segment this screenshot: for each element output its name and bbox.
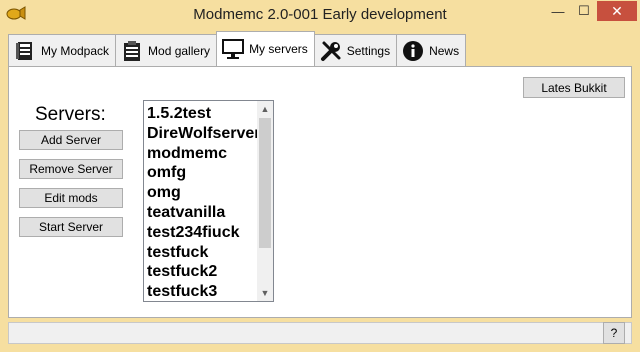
tab-news[interactable]: News [396,34,467,66]
tab-label: My Modpack [41,43,110,58]
server-list-item[interactable]: testfuck2 [147,262,259,282]
server-list-item[interactable]: teatvanilla [147,203,259,223]
add-server-button[interactable]: Add Server [19,130,123,150]
monitor-icon [221,37,245,61]
lates-bukkit-button[interactable]: Lates Bukkit [523,77,625,98]
close-button[interactable]: ✕ [597,1,637,21]
servers-list: 1.5.2test DireWolfserver modmemc omfg om… [147,104,259,301]
servers-listbox[interactable]: 1.5.2test DireWolfserver modmemc omfg om… [143,100,274,302]
server-list-item[interactable]: testfuck3 [147,282,259,301]
scrollbar-thumb[interactable] [259,118,271,248]
title-bar[interactable]: Modmemc 2.0-001 Early development — ☐ ✕ [0,0,640,32]
tab-label: Mod gallery [148,43,211,58]
server-list-item[interactable]: omfg [147,163,259,183]
tools-icon [319,39,343,63]
start-server-button[interactable]: Start Server [19,217,123,237]
edit-mods-button[interactable]: Edit mods [19,188,123,208]
remove-server-button[interactable]: Remove Server [19,159,123,179]
server-list-item[interactable]: test234fiuck [147,223,259,243]
tab-label: My servers [249,42,308,56]
book-icon [13,39,37,63]
tab-my-modpack[interactable]: My Modpack [8,34,117,66]
window-title: Modmemc 2.0-001 Early development [193,6,447,23]
vertical-scrollbar[interactable]: ▲ ▼ [257,101,273,301]
help-button[interactable]: ? [603,322,625,344]
tab-strip: My Modpack Mod gallery My servers Settin… [8,31,467,66]
tab-label: Settings [346,43,391,58]
tab-mod-gallery[interactable]: Mod gallery [115,34,218,66]
scroll-down-arrow-icon[interactable]: ▼ [257,285,273,301]
tab-my-servers[interactable]: My servers [216,31,315,66]
servers-panel: Lates Bukkit Servers: Add Server Remove … [8,66,632,318]
status-bar: ? [8,322,632,344]
app-window: Modmemc 2.0-001 Early development — ☐ ✕ … [0,0,640,352]
server-list-item[interactable]: 1.5.2test [147,104,259,124]
server-list-item[interactable]: testfuck [147,243,259,263]
maximize-button[interactable]: ☐ [571,1,597,21]
clipboard-icon [120,39,144,63]
info-icon [401,39,425,63]
tab-settings[interactable]: Settings [313,34,398,66]
server-list-item[interactable]: modmemc [147,144,259,164]
minimize-button[interactable]: — [545,1,571,21]
servers-label: Servers: [35,104,106,125]
tab-label: News [429,43,460,58]
server-list-item[interactable]: DireWolfserver [147,124,259,144]
server-list-item[interactable]: omg [147,183,259,203]
scroll-up-arrow-icon[interactable]: ▲ [257,101,273,117]
